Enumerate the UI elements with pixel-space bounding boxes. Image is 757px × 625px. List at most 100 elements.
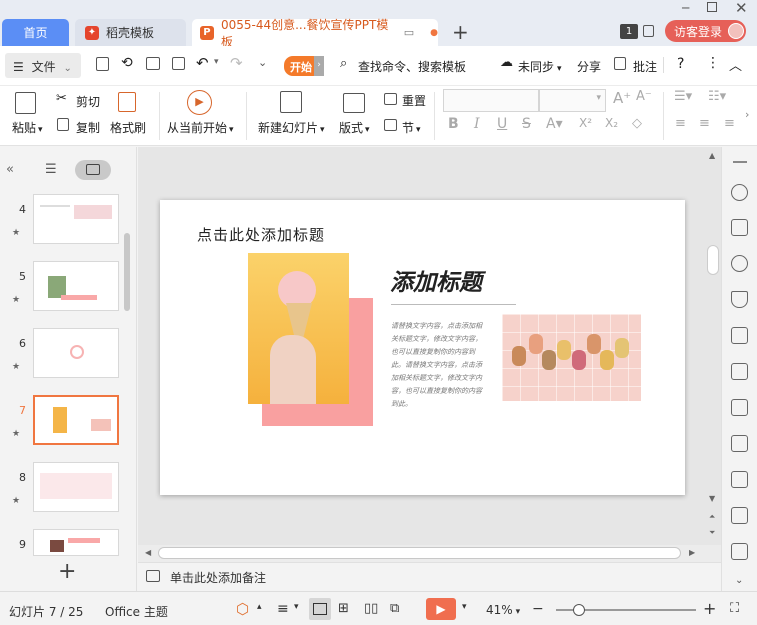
- current-slide[interactable]: 点击此处添加标题 添加标题 请替换文字内容，点击添加相关标题文字，修改文字内容，…: [160, 200, 685, 495]
- settings-sliders-icon[interactable]: [731, 399, 748, 416]
- horizontal-scrollbar-thumb[interactable]: [158, 547, 681, 559]
- slide-thumbnail-5[interactable]: [33, 261, 119, 311]
- gallery-icon[interactable]: [731, 435, 748, 452]
- save-icon[interactable]: [96, 57, 109, 71]
- collapse-panel-icon[interactable]: «: [6, 162, 14, 177]
- scroll-right-icon[interactable]: ▶: [689, 548, 695, 557]
- underline-icon[interactable]: U: [497, 116, 507, 132]
- animation-icon[interactable]: [731, 184, 748, 201]
- smart-art-icon[interactable]: [731, 327, 748, 344]
- next-slide-icon[interactable]: ⏷: [709, 528, 715, 538]
- paste-icon[interactable]: [15, 92, 36, 114]
- bold-icon[interactable]: B: [448, 116, 459, 132]
- annotate-button[interactable]: 批注: [633, 58, 657, 75]
- font-color-icon[interactable]: A▾: [546, 116, 563, 132]
- bullet-list-icon[interactable]: ☰▾: [674, 89, 692, 104]
- login-button[interactable]: 访客登录: [665, 20, 746, 42]
- theme-name[interactable]: Office 主题: [105, 603, 168, 620]
- redo-icon[interactable]: ↷: [230, 54, 243, 72]
- file-menu-button[interactable]: ☰ 文件 ⌄: [5, 53, 81, 78]
- format-painter-icon[interactable]: [118, 92, 136, 112]
- help-icon[interactable]: ?: [677, 56, 684, 72]
- image-icon[interactable]: [731, 543, 748, 560]
- superscript-icon[interactable]: X²: [579, 116, 592, 130]
- tab-scroll-right-icon[interactable]: ›: [314, 56, 324, 76]
- collapse-ribbon-icon[interactable]: ︿: [729, 55, 742, 74]
- format-painter-button[interactable]: 格式刷: [110, 119, 146, 136]
- rail-expand-icon[interactable]: ⌄: [735, 575, 743, 586]
- prev-slide-icon[interactable]: ⏶: [709, 512, 715, 522]
- slideshow-dropdown-icon[interactable]: ▾: [462, 602, 467, 612]
- clear-format-icon[interactable]: ◇: [632, 116, 642, 131]
- undo-icon[interactable]: ↶: [196, 54, 209, 72]
- increase-font-icon[interactable]: A⁺: [613, 89, 631, 107]
- slide-thumbnail-4[interactable]: [33, 194, 119, 244]
- slide-thumbnail-9[interactable]: [33, 529, 119, 556]
- close-icon[interactable]: ✕: [735, 0, 748, 17]
- new-slide-icon[interactable]: [280, 91, 302, 113]
- unsaved-dot-icon[interactable]: ●: [430, 28, 438, 38]
- reading-view-icon[interactable]: ▯▯: [364, 601, 378, 616]
- scroll-left-icon[interactable]: ◀: [145, 548, 151, 557]
- print-preview-icon[interactable]: [172, 57, 185, 70]
- zoom-in-icon[interactable]: +: [703, 599, 716, 618]
- maximize-icon[interactable]: [707, 2, 717, 12]
- decrease-font-icon[interactable]: A⁻: [636, 89, 652, 104]
- strikethrough-icon[interactable]: S: [522, 116, 531, 132]
- beautify-icon[interactable]: ⬡: [236, 600, 249, 618]
- normal-view-button[interactable]: [309, 598, 331, 620]
- undo-dropdown-icon[interactable]: ▾: [214, 57, 219, 67]
- beautify-dropdown-icon[interactable]: ▴: [257, 602, 262, 612]
- window-count-badge[interactable]: 1: [620, 24, 638, 39]
- align-center-icon[interactable]: ≡: [699, 116, 710, 131]
- add-slide-button[interactable]: +: [58, 559, 76, 584]
- section-button[interactable]: 节 ▾: [402, 119, 421, 136]
- notes-toggle-dropdown-icon[interactable]: ▾: [294, 602, 299, 612]
- new-tab-button[interactable]: +: [452, 20, 469, 44]
- fit-window-icon[interactable]: ⛶: [730, 601, 739, 616]
- print-icon[interactable]: [146, 57, 160, 70]
- vertical-scrollbar-thumb[interactable]: [707, 245, 719, 275]
- thumbnail-view-toggle[interactable]: [75, 160, 111, 180]
- thumbnail-scrollbar[interactable]: [124, 233, 130, 311]
- new-slide-button[interactable]: 新建幻灯片 ▾: [258, 119, 325, 136]
- from-current-button[interactable]: 从当前开始 ▾: [167, 119, 234, 136]
- more-icon[interactable]: ⋮: [706, 55, 720, 71]
- share-button[interactable]: 分享: [577, 58, 601, 75]
- share-link-icon[interactable]: ⟲: [121, 55, 133, 71]
- zoom-level[interactable]: 41% ▾: [486, 603, 520, 617]
- minimize-icon[interactable]: ─: [682, 1, 689, 15]
- slide-thumbnail-7[interactable]: [33, 395, 119, 445]
- notes-toggle-icon[interactable]: ≡: [277, 601, 289, 617]
- zoom-slider-thumb[interactable]: [573, 604, 585, 616]
- subscript-icon[interactable]: X₂: [605, 116, 618, 130]
- slide-thumbnail-6[interactable]: [33, 328, 119, 378]
- numbered-list-icon[interactable]: ☷▾: [708, 89, 726, 104]
- copy-button[interactable]: 复制: [76, 119, 100, 136]
- align-right-icon[interactable]: ≡: [724, 116, 735, 131]
- notes-placeholder[interactable]: 单击此处添加备注: [170, 569, 266, 586]
- font-size-select[interactable]: ▾: [539, 89, 606, 112]
- slide-title-placeholder[interactable]: 点击此处添加标题: [197, 224, 325, 245]
- customize-quick-access-icon[interactable]: ⌄: [258, 56, 267, 69]
- tab-document[interactable]: P 0055-44创意...餐饮宣传PPT模板 ▭ ●: [192, 18, 438, 49]
- tab-docer-templates[interactable]: ✦ 稻壳模板: [75, 19, 186, 46]
- outline-view-icon[interactable]: ☰: [45, 162, 57, 177]
- sync-button[interactable]: 未同步 ▾: [518, 58, 562, 75]
- font-name-select[interactable]: [443, 89, 539, 112]
- notes-pane[interactable]: 单击此处添加备注: [138, 562, 721, 592]
- share-out-icon[interactable]: [731, 471, 748, 488]
- reset-button[interactable]: 重置: [402, 92, 426, 109]
- command-search-input[interactable]: 查找命令、搜索模板: [358, 58, 466, 75]
- presenter-view-icon[interactable]: ⧉: [390, 601, 399, 616]
- archive-icon[interactable]: [731, 507, 748, 524]
- transition-icon[interactable]: [731, 219, 748, 236]
- cut-button[interactable]: 剪切: [76, 93, 100, 110]
- ribbon-scroll-right-icon[interactable]: ›: [745, 108, 749, 121]
- scroll-down-icon[interactable]: ▼: [709, 494, 715, 503]
- style-icon[interactable]: [731, 291, 748, 308]
- paste-button[interactable]: 粘贴 ▾: [12, 119, 43, 136]
- layout-button[interactable]: 版式 ▾: [339, 119, 370, 136]
- slide-heading[interactable]: 添加标题: [390, 263, 482, 297]
- tab-home[interactable]: 首页: [2, 19, 69, 46]
